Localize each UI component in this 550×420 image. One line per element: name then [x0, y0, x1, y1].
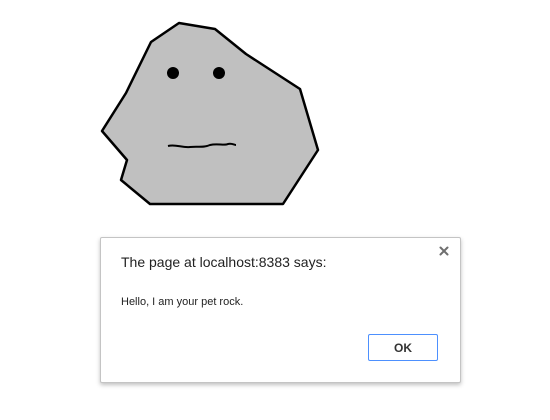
pet-rock-canvas — [100, 21, 320, 206]
close-icon[interactable] — [437, 244, 451, 258]
pet-rock-left-eye — [167, 67, 179, 79]
ok-button[interactable]: OK — [368, 334, 438, 361]
close-icon-glyph — [439, 246, 449, 256]
page: The page at localhost:8383 says: Hello, … — [0, 0, 550, 420]
pet-rock-right-eye — [213, 67, 225, 79]
pet-rock-body — [100, 21, 320, 206]
alert-dialog: The page at localhost:8383 says: Hello, … — [100, 237, 461, 383]
dialog-message: Hello, I am your pet rock. — [121, 296, 244, 308]
dialog-title: The page at localhost:8383 says: — [121, 254, 327, 270]
